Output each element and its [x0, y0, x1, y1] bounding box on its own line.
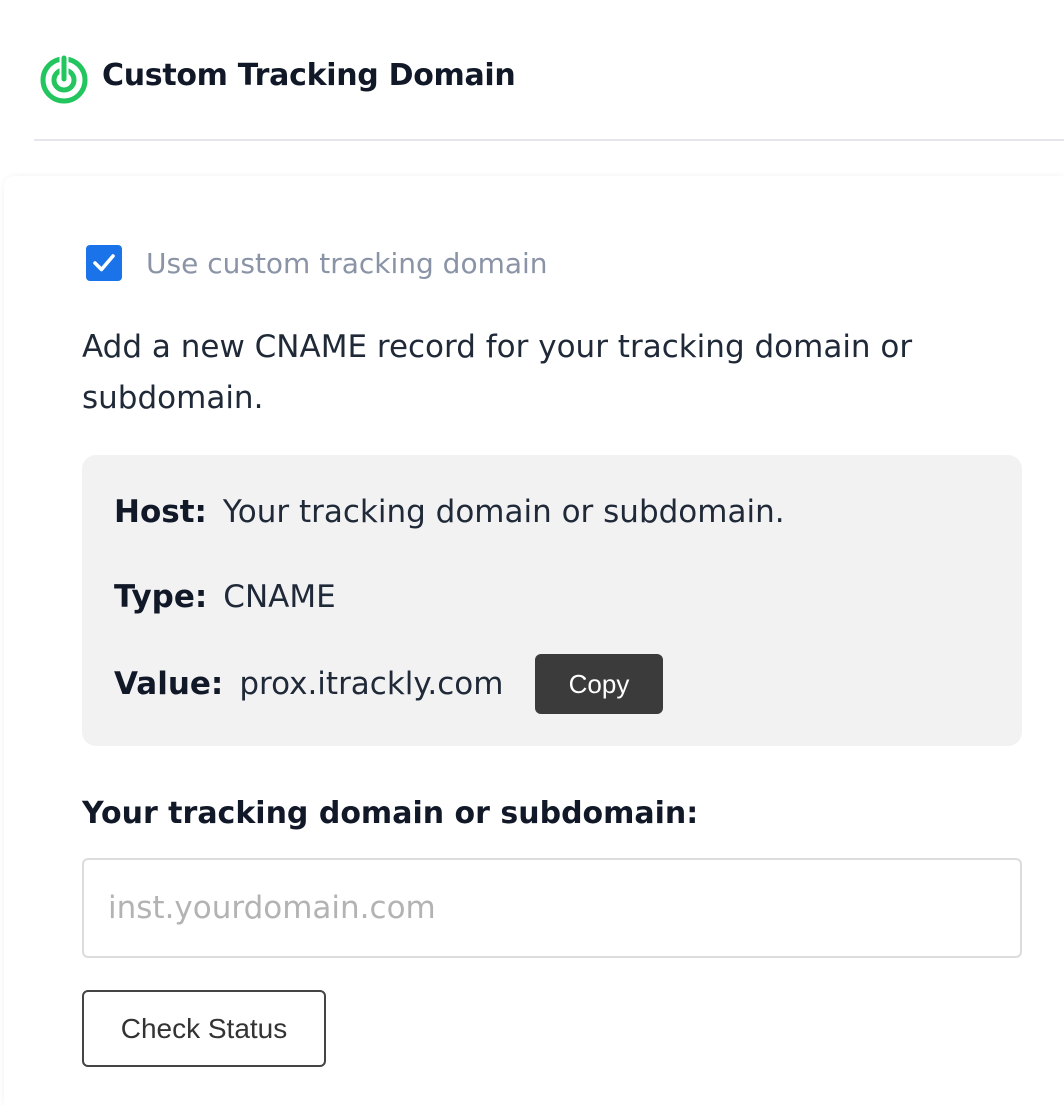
target-logo-icon [40, 55, 88, 104]
tracking-domain-input[interactable] [82, 858, 1022, 958]
type-value: CNAME [223, 579, 336, 615]
use-custom-domain-checkbox[interactable] [86, 245, 122, 281]
host-label: Host: [114, 494, 207, 530]
use-custom-domain-option[interactable]: Use custom tracking domain [86, 244, 548, 282]
checkmark-icon [93, 254, 115, 272]
value-label: Value: [114, 666, 224, 702]
cname-instructions: Add a new CNAME record for your tracking… [82, 329, 913, 416]
record-type-row: Type: CNAME [114, 577, 336, 617]
record-value-row: Value: prox.itrackly.com [114, 664, 503, 704]
value-value: prox.itrackly.com [239, 666, 504, 702]
host-value: Your tracking domain or subdomain. [222, 494, 785, 530]
use-custom-domain-label[interactable]: Use custom tracking domain [146, 247, 548, 280]
record-host-row: Host: Your tracking domain or subdomain. [114, 492, 785, 532]
page-header: Custom Tracking Domain [0, 0, 1064, 141]
header-divider [34, 139, 1064, 141]
copy-button[interactable]: Copy [535, 654, 663, 714]
type-label: Type: [114, 579, 208, 615]
check-status-button[interactable]: Check Status [82, 990, 326, 1067]
domain-field-label: Your tracking domain or subdomain: [82, 796, 699, 831]
page-title: Custom Tracking Domain [102, 58, 516, 93]
